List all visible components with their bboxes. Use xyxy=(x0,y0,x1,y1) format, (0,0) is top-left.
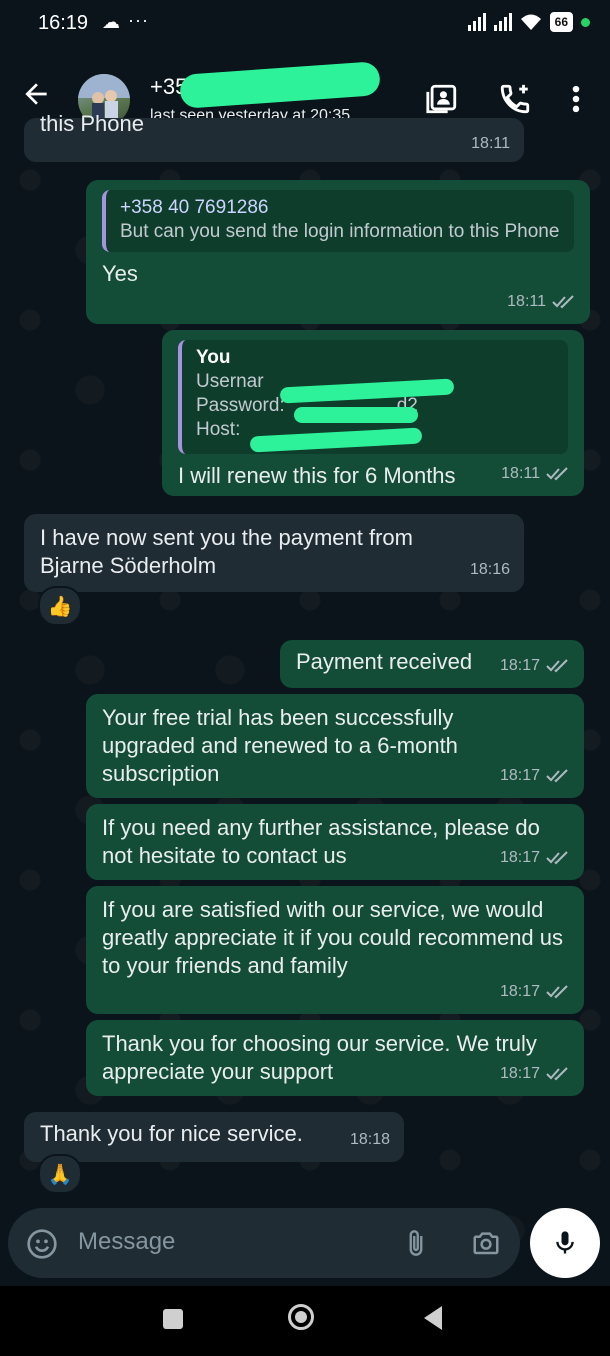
double-check-icon xyxy=(546,851,568,865)
thumbs-up-reaction-icon[interactable]: 👍 xyxy=(38,586,82,626)
message-bubble[interactable]: I have now sent you the payment from Bja… xyxy=(24,514,524,592)
back-arrow-icon[interactable] xyxy=(20,78,52,110)
emoji-icon[interactable] xyxy=(26,1228,58,1260)
battery-icon: 66 xyxy=(549,12,573,32)
double-check-icon xyxy=(552,295,574,309)
message-time: 18:11 xyxy=(501,465,540,482)
quoted-message[interactable]: You Usernar Password: d2 Host: xyxy=(178,340,568,454)
message-bubble[interactable]: Your free trial has been successfully up… xyxy=(86,694,584,798)
redaction-mark xyxy=(294,407,418,423)
redaction-mark xyxy=(179,61,381,109)
message-time: 18:17 xyxy=(499,1065,540,1082)
message-text: If you need any further assistance, plea… xyxy=(102,815,540,868)
quote-author: +358 40 7691286 xyxy=(120,197,269,218)
message-bubble[interactable]: If you need any further assistance, plea… xyxy=(86,804,584,880)
message-text: Thank you for nice service. xyxy=(40,1121,303,1146)
message-time: 18:16 xyxy=(469,561,510,578)
message-time: 18:17 xyxy=(499,849,540,866)
more-notifications-icon: ··· xyxy=(128,10,149,30)
nav-back-icon[interactable] xyxy=(424,1306,442,1330)
message-time: 18:11 xyxy=(471,135,510,152)
signal-icon-2 xyxy=(493,13,512,31)
message-bubble[interactable]: You Usernar Password: d2 Host: I will ren… xyxy=(162,330,584,496)
mic-button[interactable] xyxy=(530,1208,600,1278)
cloud-icon: ☁ xyxy=(102,12,120,32)
folded-hands-reaction-icon[interactable]: 🙏 xyxy=(38,1154,82,1194)
message-text: Your free trial has been successfully up… xyxy=(102,705,458,786)
message-text: this Phone xyxy=(40,111,144,136)
camera-icon[interactable] xyxy=(470,1228,502,1258)
message-time: 18:18 xyxy=(349,1131,390,1148)
message-bubble[interactable]: Thank you for choosing our service. We t… xyxy=(86,1020,584,1096)
message-input-bar[interactable]: Message xyxy=(8,1208,520,1278)
status-time: 16:19 xyxy=(38,12,89,34)
quote-author: You xyxy=(196,347,231,368)
message-text: Thank you for choosing our service. We t… xyxy=(102,1031,537,1084)
more-vert-icon[interactable] xyxy=(564,82,588,116)
system-nav-bar xyxy=(0,1286,610,1356)
add-call-icon[interactable] xyxy=(498,82,532,116)
wifi-icon xyxy=(520,14,541,30)
privacy-dot-icon xyxy=(581,17,590,27)
message-bubble[interactable]: Payment received 18:17 xyxy=(280,640,584,688)
message-text: If you are satisfied with our service, w… xyxy=(102,897,564,978)
message-bubble[interactable]: If you are satisfied with our service, w… xyxy=(86,886,584,1014)
status-bar: 16:19 ☁ ··· 66 xyxy=(0,0,610,48)
message-time: 18:17 xyxy=(499,657,540,674)
double-check-icon xyxy=(546,769,568,783)
message-time: 18:17 xyxy=(499,767,540,784)
recents-icon[interactable] xyxy=(163,1309,183,1329)
double-check-icon xyxy=(546,467,568,481)
message-bubble[interactable]: +358 40 7691286 But can you send the log… xyxy=(86,180,590,324)
attach-icon[interactable] xyxy=(402,1227,430,1259)
signal-icon xyxy=(467,13,486,31)
home-icon[interactable] xyxy=(288,1304,314,1330)
message-time: 18:17 xyxy=(499,983,540,1000)
double-check-icon xyxy=(546,985,568,999)
double-check-icon xyxy=(546,659,568,673)
message-text: I have now sent you the payment from Bja… xyxy=(40,525,413,578)
mic-icon xyxy=(556,1231,574,1254)
message-bubble[interactable]: this Phone 18:11 xyxy=(24,111,524,162)
double-check-icon xyxy=(546,1067,568,1081)
message-input[interactable]: Message xyxy=(78,1228,175,1256)
contact-card-icon[interactable] xyxy=(425,82,459,116)
message-bubble[interactable]: Thank you for nice service. 18:18 xyxy=(24,1112,404,1162)
message-text: Yes xyxy=(102,261,138,286)
message-time: 18:11 xyxy=(507,293,546,310)
quote-text: But can you send the login information t… xyxy=(120,221,560,242)
quoted-message[interactable]: +358 40 7691286 But can you send the log… xyxy=(102,190,574,252)
